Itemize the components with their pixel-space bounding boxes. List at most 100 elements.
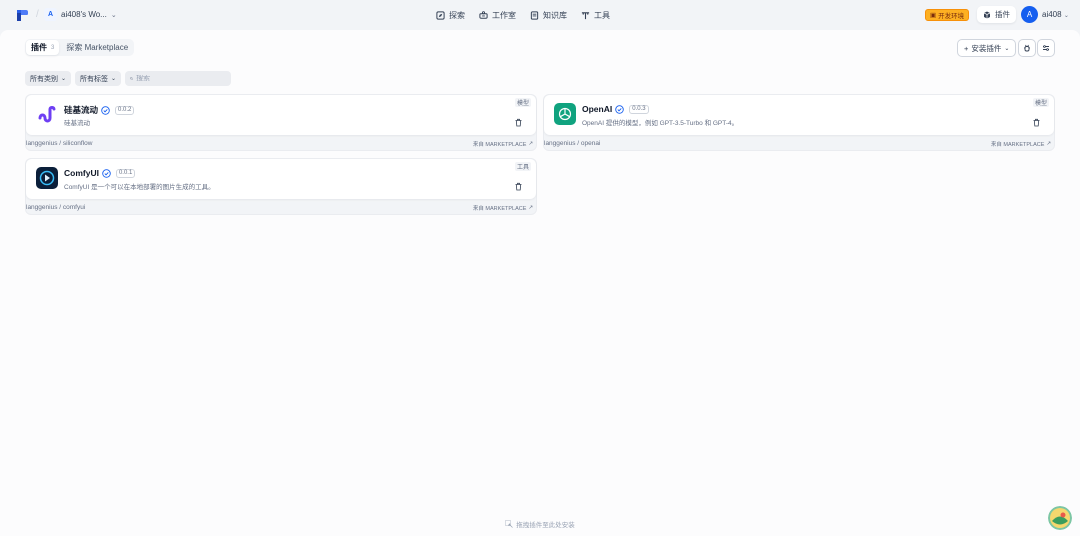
- debug-button[interactable]: [1018, 39, 1036, 57]
- plugin-title-row: ComfyUI 0.0.1: [64, 168, 136, 178]
- nav-tools[interactable]: 工具: [581, 8, 610, 22]
- tools-icon: [581, 11, 590, 19]
- marketplace-link-label: 来自 MARKETPLACE: [990, 141, 1045, 148]
- delete-icon[interactable]: [1032, 118, 1041, 127]
- plugin-card-comfyui[interactable]: ComfyUI 0.0.1 ComfyUI 是一个可以在本地部署的图片生成的工具…: [25, 158, 537, 215]
- nav-tools-label: 工具: [594, 10, 610, 20]
- plugin-card-openai[interactable]: OpenAI 0.0.3 OpenAI 提供的模型，例如 GPT-3.5-Tur…: [543, 94, 1055, 151]
- chevron-down-icon: ⌄: [1004, 45, 1010, 52]
- workspace-selector[interactable]: A ai408's Wo... ⌄: [44, 8, 117, 21]
- filter-bar: 所有类别 ⌄ 所有标签 ⌄: [25, 71, 232, 86]
- app-logo[interactable]: [17, 9, 28, 21]
- comfyui-icon: [36, 167, 58, 189]
- tab-bar: 插件 3 探索 Marketplace: [25, 39, 135, 56]
- install-plugin-button[interactable]: + 安装插件 ⌄: [957, 39, 1017, 57]
- sliders-icon: [1043, 45, 1049, 51]
- knowledge-icon: [530, 10, 539, 20]
- marketplace-link[interactable]: 来自 MARKETPLACE ↗: [991, 140, 1051, 148]
- marketplace-link-label: 来自 MARKETPLACE: [472, 205, 527, 212]
- plugin-card-siliconflow[interactable]: 硅基流动 0.0.2 硅基流动 模型 langgenius / siliconf…: [25, 94, 537, 151]
- external-link-icon: ↗: [528, 204, 533, 211]
- plugin-version: 0.0.2: [115, 105, 135, 115]
- category-filter[interactable]: 所有类别 ⌄: [25, 71, 72, 86]
- tag-filter-label: 所有标签: [80, 75, 109, 83]
- nav-knowledge[interactable]: 知识库: [530, 8, 567, 22]
- plugin-org: langgenius / siliconflow: [26, 140, 93, 147]
- plugin-title-row: 硅基流动 0.0.2: [64, 104, 135, 116]
- chevron-down-icon: ⌄: [1063, 13, 1069, 19]
- delete-icon[interactable]: [514, 182, 523, 191]
- tab-marketplace[interactable]: 探索 Marketplace: [61, 40, 133, 55]
- plugin-card-footer: langgenius / comfyui 来自 MARKETPLACE ↗: [26, 201, 536, 214]
- plugin-title-row: OpenAI 0.0.3: [582, 104, 649, 114]
- workspace-name: ai408's Wo...: [61, 10, 107, 19]
- tab-plugins[interactable]: 插件 3: [26, 40, 60, 55]
- nav-explore[interactable]: 探索: [436, 8, 465, 22]
- user-name: ai408: [1042, 10, 1062, 19]
- verified-icon: [102, 168, 111, 178]
- plugin-card-footer: langgenius / siliconflow 来自 MARKETPLACE ↗: [26, 137, 536, 150]
- drag-drop-icon: [505, 520, 513, 528]
- siliconflow-icon: [36, 103, 58, 125]
- plus-icon: +: [964, 43, 969, 53]
- category-filter-label: 所有类别: [30, 75, 58, 83]
- plugin-org: langgenius / openai: [544, 140, 601, 147]
- plugin-version: 0.0.3: [629, 104, 649, 114]
- tab-plugins-label: 插件: [31, 43, 47, 52]
- plugin-description: OpenAI 提供的模型，例如 GPT-3.5-Turbo 和 GPT-4。: [582, 120, 739, 127]
- studio-icon: [479, 10, 488, 19]
- external-link-icon: ↗: [1046, 140, 1051, 147]
- user-menu[interactable]: ai408 ⌄: [1042, 10, 1069, 19]
- plugin-description: 硅基流动: [64, 120, 90, 127]
- plugin-card-body: ComfyUI 0.0.1 ComfyUI 是一个可以在本地部署的图片生成的工具…: [26, 159, 536, 199]
- main-nav: 探索 工作室 知识库 工具: [436, 8, 610, 22]
- plugins-button-label: 插件: [995, 10, 1010, 19]
- bug-icon: [1024, 44, 1030, 52]
- search-box: [125, 71, 232, 86]
- workspace-badge: A: [44, 8, 57, 21]
- install-plugin-label: 安装插件: [971, 43, 1002, 53]
- workspace-separator: /: [36, 9, 39, 20]
- floating-assistant-avatar[interactable]: [1048, 506, 1072, 530]
- verified-icon: [615, 104, 624, 114]
- plugin-org: langgenius / comfyui: [26, 204, 86, 211]
- settings-button[interactable]: [1037, 39, 1055, 57]
- plugin-name: ComfyUI: [64, 168, 99, 178]
- chevron-down-icon: ⌄: [61, 76, 67, 82]
- nav-studio-label: 工作室: [492, 10, 516, 20]
- verified-icon: [101, 105, 110, 115]
- chevron-down-icon: ⌄: [111, 76, 117, 82]
- marketplace-link[interactable]: 来自 MARKETPLACE ↗: [473, 140, 533, 148]
- plugin-card-footer: langgenius / openai 来自 MARKETPLACE ↗: [544, 137, 1054, 150]
- explore-icon: [436, 10, 445, 20]
- nav-studio[interactable]: 工作室: [479, 8, 516, 22]
- env-icon: ▣: [930, 12, 937, 19]
- plugins-button[interactable]: 插件: [977, 6, 1016, 23]
- nav-explore-label: 探索: [449, 10, 465, 20]
- search-input[interactable]: [136, 75, 227, 82]
- search-icon: [130, 77, 133, 80]
- drop-zone-label: 拖拽插件至此处安装: [516, 522, 575, 529]
- tab-marketplace-label: 探索 Marketplace: [66, 43, 129, 52]
- drop-zone-hint: 拖拽插件至此处安装: [0, 519, 1080, 529]
- plugin-card-body: 硅基流动 0.0.2 硅基流动 模型: [26, 95, 536, 135]
- env-badge-label: 开发环境: [938, 13, 965, 20]
- plugin-type-badge: 工具: [514, 162, 531, 171]
- top-bar: / A ai408's Wo... ⌄ 探索 工作室 知识库 工具 ▣ 开发环境…: [0, 0, 1080, 30]
- tab-plugins-count: 3: [51, 44, 55, 51]
- openai-icon: [554, 103, 576, 125]
- marketplace-link[interactable]: 来自 MARKETPLACE ↗: [473, 204, 533, 212]
- nav-knowledge-label: 知识库: [543, 10, 567, 20]
- env-badge: ▣ 开发环境: [925, 9, 970, 21]
- plugin-name: OpenAI: [582, 104, 613, 114]
- delete-icon[interactable]: [514, 118, 523, 127]
- marketplace-link-label: 来自 MARKETPLACE: [472, 141, 527, 148]
- external-link-icon: ↗: [528, 140, 533, 147]
- plugin-card-body: OpenAI 0.0.3 OpenAI 提供的模型，例如 GPT-3.5-Tur…: [544, 95, 1054, 135]
- avatar[interactable]: A: [1021, 6, 1038, 23]
- plugin-icon: [983, 11, 991, 18]
- plugin-version: 0.0.1: [115, 168, 136, 178]
- tag-filter[interactable]: 所有标签 ⌄: [75, 71, 122, 86]
- plugin-type-badge: 模型: [1032, 98, 1049, 107]
- plugin-description: ComfyUI 是一个可以在本地部署的图片生成的工具。: [64, 184, 215, 191]
